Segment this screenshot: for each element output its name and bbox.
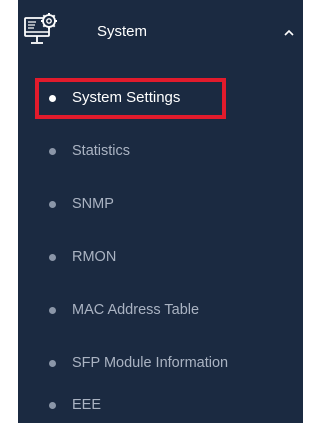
bullet-dot-icon xyxy=(49,402,56,409)
sidebar-item-label: MAC Address Table xyxy=(72,302,200,318)
sidebar-item-label: SNMP xyxy=(72,196,114,212)
bullet-dot-icon xyxy=(49,360,56,367)
bullet-dot-icon xyxy=(49,307,56,314)
bullet-dot-icon xyxy=(49,95,56,102)
sidebar-item-label: EEE xyxy=(72,397,102,413)
sidebar-item-label: RMON xyxy=(72,249,117,265)
bullet-dot-icon xyxy=(49,201,56,208)
sidebar-section-system[interactable]: System xyxy=(18,0,303,64)
sidebar-item-label: Statistics xyxy=(72,143,131,159)
sidebar-section-title: System xyxy=(97,23,148,40)
sidebar-menu: System System Settings Statistics SNMP R… xyxy=(18,0,303,423)
page-background xyxy=(0,0,18,423)
sidebar-item-system-settings[interactable]: System Settings xyxy=(18,80,303,116)
sidebar-item-label: SFP Module Information xyxy=(72,355,229,371)
bullet-dot-icon xyxy=(49,254,56,261)
bullet-dot-icon xyxy=(49,148,56,155)
sidebar-item-eee[interactable]: EEE xyxy=(18,387,303,423)
sidebar-item-mac-address-table[interactable]: MAC Address Table xyxy=(18,292,303,328)
sidebar-item-snmp[interactable]: SNMP xyxy=(18,186,303,222)
chevron-up-icon[interactable] xyxy=(283,29,295,37)
system-settings-icon xyxy=(24,13,57,44)
sidebar-item-statistics[interactable]: Statistics xyxy=(18,133,303,169)
sidebar-item-label: System Settings xyxy=(72,89,181,106)
sidebar-item-sfp-module-information[interactable]: SFP Module Information xyxy=(18,345,303,381)
sidebar-item-rmon[interactable]: RMON xyxy=(18,239,303,275)
